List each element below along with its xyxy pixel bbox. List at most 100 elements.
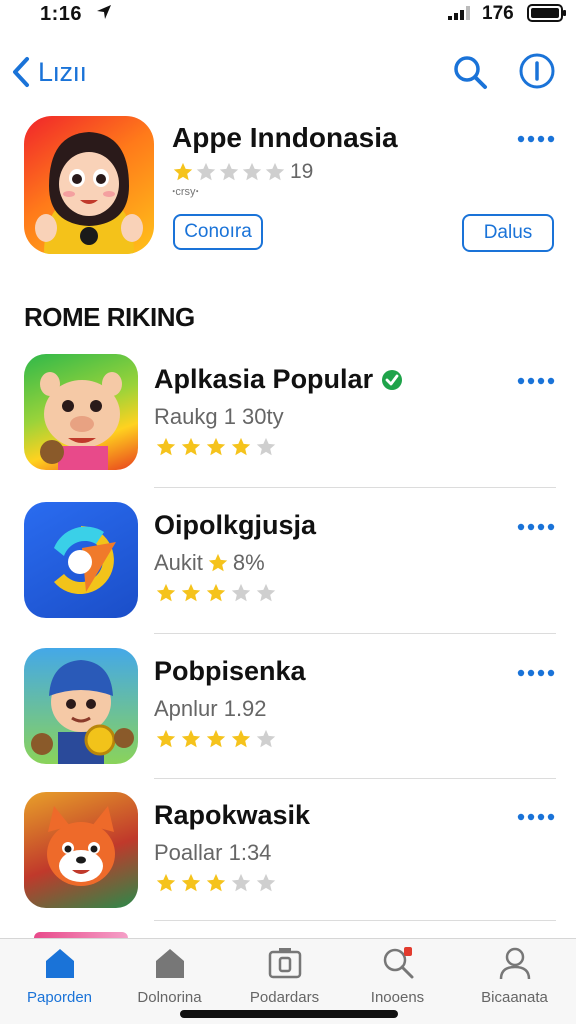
section-title: ROME RIKING: [24, 302, 195, 332]
star-filled-icon: [181, 873, 201, 892]
hijab-girl-illustration: [35, 132, 143, 254]
app-stars: [154, 436, 278, 458]
app-title: Aplkasia Popular: [154, 364, 403, 395]
star-empty-icon: [196, 162, 216, 181]
star-filled-icon: [206, 437, 226, 456]
tab-bicaanata[interactable]: Bicaanata: [457, 945, 572, 1015]
back-button[interactable]: Lızıı: [10, 56, 87, 88]
tab-label: Podardars: [249, 989, 320, 1006]
star-filled-icon: [156, 873, 176, 892]
account-icon: [499, 947, 530, 980]
app-subtitle: Poallar 1:34: [154, 840, 272, 865]
battery-icon: [527, 4, 566, 22]
camera-icon: [268, 948, 301, 979]
star-empty-icon: [256, 583, 276, 602]
featured-rating: 19: [172, 160, 313, 184]
blue-hat-illustration: [31, 660, 134, 764]
more-options-icon[interactable]: [517, 376, 555, 386]
star-filled-icon: [181, 437, 201, 456]
list-item[interactable]: Aplkasia Popular Raukg 1 30ty: [0, 352, 576, 492]
app-title: Rapokwasik: [154, 800, 310, 831]
tab-label: Dolnorina: [137, 989, 202, 1006]
app-subtitle: Apnlur 1.92: [154, 696, 267, 721]
app-stars: [154, 728, 278, 750]
app-title-text: Oipolkgjusja: [154, 510, 317, 540]
tab-home[interactable]: Paporden: [2, 945, 117, 1015]
piggy-illustration: [40, 372, 122, 470]
divider: [154, 920, 556, 921]
app-subtitle: Raukg 1 30ty: [154, 404, 284, 429]
piggy-character-icon: [24, 354, 138, 470]
star-empty-icon: [256, 729, 276, 748]
app-title-text: Pobpisenka: [154, 656, 306, 686]
home-indicator: [180, 1010, 398, 1018]
star-empty-icon: [265, 162, 285, 181]
star-empty-icon: [256, 437, 276, 456]
star-filled-icon: [156, 583, 176, 602]
star-filled-icon: [181, 583, 201, 602]
divider: [154, 487, 556, 488]
tab-label: Bicaanata: [481, 989, 548, 1006]
more-options-icon[interactable]: [517, 134, 555, 144]
rating-count: 19: [290, 160, 314, 183]
star-filled-icon: [231, 437, 251, 456]
search-badge-icon: [383, 947, 413, 979]
app-subtitle-text: Aukit: [154, 550, 203, 575]
red-panda-illustration: [47, 806, 115, 886]
tab-inooens[interactable]: Inooens: [340, 945, 455, 1015]
tab-dolnorina[interactable]: Dolnorina: [112, 945, 227, 1015]
primary-action-button[interactable]: Conoıra: [173, 214, 263, 250]
app-title-text: Rapokwasik: [154, 800, 311, 830]
location-arrow-icon: [97, 5, 111, 19]
app-title: Oipolkgjusja: [154, 510, 316, 541]
star-empty-icon: [231, 873, 251, 892]
divider: [154, 778, 556, 779]
swirl-illustration: [54, 526, 116, 594]
star-empty-icon: [242, 162, 262, 181]
more-options-icon[interactable]: [517, 522, 555, 532]
verified-badge-icon: [382, 369, 403, 390]
more-options-icon[interactable]: [517, 668, 555, 678]
info-icon[interactable]: [518, 52, 556, 90]
star-empty-icon: [256, 873, 276, 892]
featured-app: Appe Inndonasia 19 ꞏcrsyꞏ Conoıra Dalus: [0, 116, 576, 256]
tab-podardars[interactable]: Podardars: [227, 945, 342, 1015]
blue-hat-character-icon: [24, 648, 138, 764]
divider: [154, 633, 556, 634]
featured-stars: [172, 161, 286, 183]
star-filled-icon: [156, 729, 176, 748]
star-filled-icon: [206, 873, 226, 892]
app-subtitle: Aukit 8%: [154, 550, 265, 576]
app-stars: [154, 872, 278, 894]
app-title-text: Aplkasia Popular: [154, 364, 374, 394]
star-filled-icon: [156, 437, 176, 456]
featured-app-title: Appe Inndonasia: [172, 122, 398, 153]
tab-label: Inooens: [370, 989, 425, 1006]
search-icon[interactable]: [452, 54, 488, 90]
star-filled-icon: [206, 729, 226, 748]
star-filled-icon: [231, 729, 251, 748]
red-panda-character-icon: [24, 792, 138, 908]
back-label: Lızıı: [38, 56, 87, 87]
list-item[interactable]: Oipolkgjusja Aukit 8%: [0, 498, 576, 638]
star-filled-icon: [206, 583, 226, 602]
more-options-icon[interactable]: [517, 812, 555, 822]
app-stars: [154, 582, 278, 604]
star-empty-icon: [219, 162, 239, 181]
app-title: Pobpisenka: [154, 656, 306, 687]
chevron-left-icon: [13, 57, 29, 87]
hijab-girl-app-icon[interactable]: [24, 116, 154, 254]
navigation-bar: Lızıı: [0, 48, 576, 96]
star-icon: [208, 553, 228, 572]
home-icon: [45, 949, 74, 978]
star-filled-icon: [181, 729, 201, 748]
star-filled-icon: [173, 162, 193, 181]
signal-icon: [448, 6, 470, 20]
status-time: 1:16: [40, 3, 83, 25]
house-icon: [155, 949, 184, 978]
list-item[interactable]: Pobpisenka Apnlur 1.92: [0, 644, 576, 784]
battery-percent: 176: [482, 3, 514, 24]
secondary-action-button[interactable]: Dalus: [462, 214, 554, 252]
list-item[interactable]: Rapokwasik Poallar 1:34: [0, 788, 576, 928]
swirl-logo-icon: [24, 502, 138, 618]
